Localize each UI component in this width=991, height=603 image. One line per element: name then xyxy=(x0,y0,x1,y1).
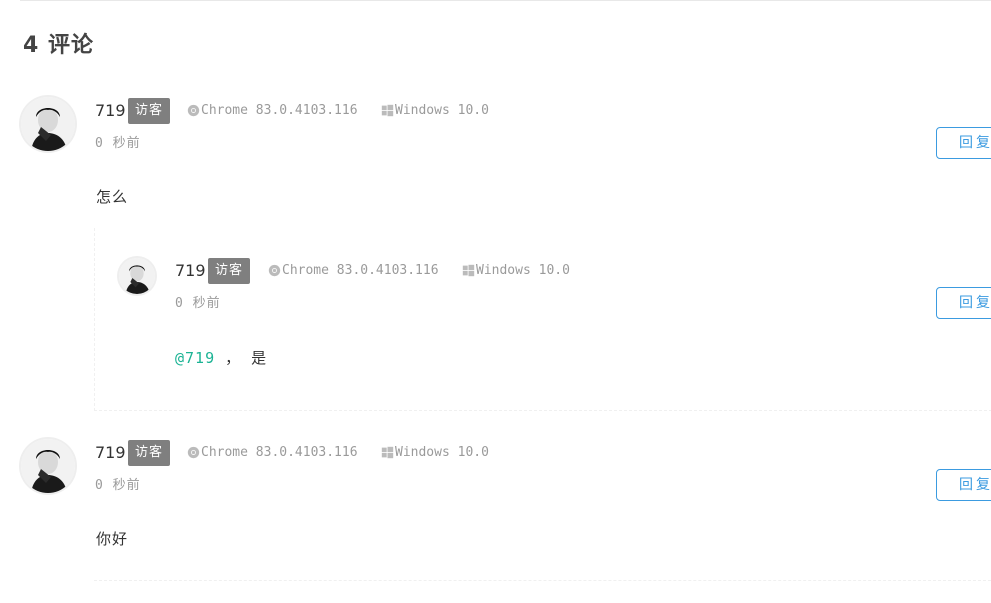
os-info: Windows 10.0 xyxy=(381,445,489,460)
os-info: Windows 10.0 xyxy=(462,263,570,278)
comment-author[interactable]: 719 xyxy=(175,261,206,280)
avatar-image xyxy=(21,439,75,493)
avatar-image xyxy=(119,258,155,294)
windows-icon xyxy=(381,104,394,117)
comments-heading: 4 评论 xyxy=(23,27,94,59)
comment-author[interactable]: 719 xyxy=(95,101,126,120)
comment-content: @719 ， 是 xyxy=(175,347,267,368)
top-divider xyxy=(20,0,991,1)
reply-button[interactable]: 回复 xyxy=(936,287,991,319)
comment-content: 你好 xyxy=(96,530,129,548)
chrome-icon xyxy=(268,264,281,277)
chrome-icon xyxy=(187,446,200,459)
mention-link[interactable]: @719 xyxy=(175,349,215,367)
browser-info: Chrome 83.0.4103.116 xyxy=(187,103,358,118)
comment-time: 0 秒前 xyxy=(95,478,141,493)
windows-icon xyxy=(381,446,394,459)
windows-icon xyxy=(462,264,475,277)
comment-author[interactable]: 719 xyxy=(95,443,126,462)
avatar[interactable] xyxy=(119,258,155,294)
os-info: Windows 10.0 xyxy=(381,103,489,118)
browser-info: Chrome 83.0.4103.116 xyxy=(187,445,358,460)
reply-button[interactable]: 回复 xyxy=(936,469,991,501)
visitor-badge: 访客 xyxy=(208,258,251,284)
reply-button[interactable]: 回复 xyxy=(936,127,991,159)
avatar[interactable] xyxy=(21,97,75,151)
browser-label: Chrome 83.0.4103.116 xyxy=(282,263,439,278)
browser-label: Chrome 83.0.4103.116 xyxy=(201,445,358,460)
os-label: Windows 10.0 xyxy=(395,103,489,118)
os-label: Windows 10.0 xyxy=(395,445,489,460)
browser-info: Chrome 83.0.4103.116 xyxy=(268,263,439,278)
visitor-badge: 访客 xyxy=(128,98,171,124)
comment-divider xyxy=(94,580,991,581)
comment-time: 0 秒前 xyxy=(95,136,141,151)
comment-time: 0 秒前 xyxy=(175,296,221,311)
chrome-icon xyxy=(187,104,200,117)
os-label: Windows 10.0 xyxy=(476,263,570,278)
comments-section: 4 评论 719 访客 Chrome 83.0.4103.116 Windows… xyxy=(0,0,991,603)
reply-thread xyxy=(94,228,991,411)
visitor-badge: 访客 xyxy=(128,440,171,466)
avatar[interactable] xyxy=(21,439,75,493)
comment-count: 4 xyxy=(23,33,40,58)
avatar-image xyxy=(21,97,75,151)
comment-content: 怎么 xyxy=(96,188,129,206)
reply-text: ， 是 xyxy=(215,349,268,367)
browser-label: Chrome 83.0.4103.116 xyxy=(201,103,358,118)
comments-title: 评论 xyxy=(47,33,94,58)
